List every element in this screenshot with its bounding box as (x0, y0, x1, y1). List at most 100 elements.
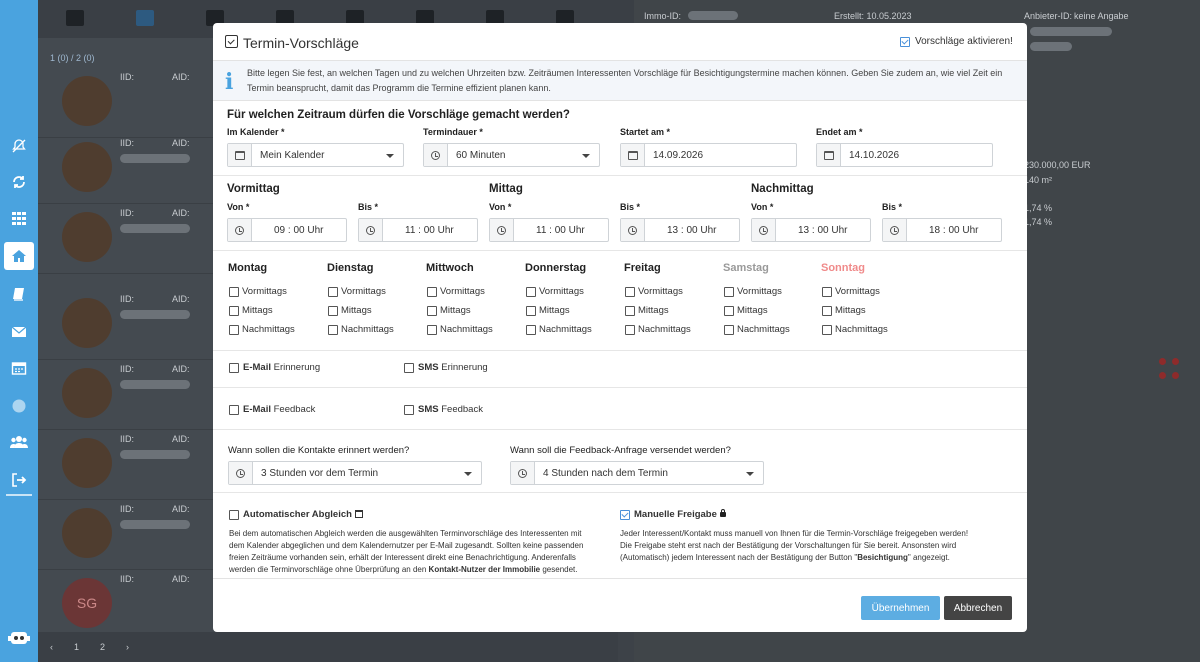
day-option-checkbox[interactable] (427, 325, 437, 335)
day-option-checkbox[interactable] (822, 325, 832, 335)
pagination-page[interactable]: 1 (74, 642, 79, 652)
sync-icon[interactable] (4, 168, 34, 196)
sms-reminder-checkbox[interactable] (404, 363, 414, 373)
redacted-bar (120, 450, 190, 459)
users-icon[interactable] (4, 428, 34, 456)
slot-from-label: Von * (227, 202, 250, 212)
slot-title-mittag: Mittag (489, 183, 523, 195)
user-icon[interactable] (136, 10, 154, 26)
start-label: Startet am * (620, 127, 671, 137)
robot-icon[interactable] (4, 624, 34, 652)
email-feedback-checkbox[interactable] (229, 405, 239, 415)
mittag-from-input[interactable]: 11 : 00 Uhr (489, 218, 609, 242)
clock-icon (621, 219, 645, 241)
pagination: ‹ 1 2 › (38, 632, 618, 662)
day-option-checkbox[interactable] (328, 306, 338, 316)
redacted-bar (688, 11, 738, 20)
day-option-checkbox[interactable] (822, 306, 832, 316)
list-item-label: AID: (172, 208, 190, 218)
auto-sync-checkbox[interactable] (229, 510, 239, 520)
apply-button[interactable]: Übernehmen (861, 596, 940, 620)
end-date-input[interactable]: 14.10.2026 (816, 143, 993, 167)
globe-icon[interactable] (4, 392, 34, 420)
manual-release-label: Manuelle Freigabe (634, 509, 726, 520)
cancel-button[interactable]: Abbrechen (944, 596, 1012, 620)
day-option-checkbox[interactable] (822, 287, 832, 297)
day-option-label: Vormittags (539, 286, 584, 297)
calendar-icon[interactable] (4, 354, 34, 382)
redacted-bar (120, 310, 190, 319)
list-item-label: IID: (120, 574, 135, 584)
day-option-checkbox[interactable] (724, 325, 734, 335)
time-value: 13 : 00 Uhr (667, 225, 717, 236)
day-option-label: Mittags (638, 305, 669, 316)
nachmittag-from-input[interactable]: 13 : 00 Uhr (751, 218, 871, 242)
avatar: SG (62, 578, 112, 628)
day-option-label: Mittags (835, 305, 866, 316)
thumbnail (62, 212, 112, 262)
day-option-label: Vormittags (440, 286, 485, 297)
provider-label: Anbieter-ID: (1024, 11, 1073, 21)
list-item-label: AID: (172, 434, 190, 444)
day-option-label: Nachmittags (737, 324, 790, 335)
grid-icon[interactable] (66, 10, 84, 26)
duration-select[interactable]: 60 Minuten (423, 143, 600, 167)
day-option-checkbox[interactable] (724, 287, 734, 297)
vormittag-to-input[interactable]: 11 : 00 Uhr (358, 218, 478, 242)
day-option-checkbox[interactable] (526, 287, 536, 297)
feedback-select[interactable]: 4 Stunden nach dem Termin (510, 461, 764, 485)
grid-icon[interactable] (4, 204, 34, 232)
mail-icon[interactable] (4, 318, 34, 346)
duration-label: Termindauer * (423, 127, 483, 137)
auto-sync-label: Automatischer Abgleich (243, 509, 363, 520)
book-icon[interactable] (4, 280, 34, 308)
list-item-label: IID: (120, 294, 135, 304)
day-option-checkbox[interactable] (625, 325, 635, 335)
day-option-checkbox[interactable] (625, 287, 635, 297)
day-donnerstag: Donnerstag (525, 262, 587, 274)
day-option-checkbox[interactable] (526, 306, 536, 316)
thumbnail (62, 298, 112, 348)
logout-icon[interactable] (4, 466, 34, 494)
activate-checkbox[interactable] (900, 37, 910, 47)
day-option-checkbox[interactable] (229, 287, 239, 297)
clock-icon (359, 219, 383, 241)
email-reminder-checkbox[interactable] (229, 363, 239, 373)
day-freitag: Freitag (624, 262, 661, 274)
email-reminder-label: E-Mail Erinnerung (243, 362, 321, 373)
price-value: 230.000,00 EUR (1024, 160, 1091, 170)
mittag-to-input[interactable]: 13 : 00 Uhr (620, 218, 740, 242)
list-item-label: IID: (120, 72, 135, 82)
home-icon[interactable] (4, 242, 34, 270)
day-option-label: Nachmittags (638, 324, 691, 335)
day-option-checkbox[interactable] (427, 306, 437, 316)
pagination-page[interactable]: 2 (100, 642, 105, 652)
day-option-label: Nachmittags (242, 324, 295, 335)
vormittag-from-input[interactable]: 09 : 00 Uhr (227, 218, 347, 242)
clock-icon (752, 219, 776, 241)
area-value: 140 m² (1024, 175, 1053, 185)
day-option-checkbox[interactable] (229, 325, 239, 335)
remind-select[interactable]: 3 Stunden vor dem Termin (228, 461, 482, 485)
day-option-checkbox[interactable] (328, 325, 338, 335)
day-option-checkbox[interactable] (724, 306, 734, 316)
manual-release-checkbox[interactable] (620, 510, 630, 520)
sms-feedback-checkbox[interactable] (404, 405, 414, 415)
clock-icon (229, 462, 253, 484)
bell-off-icon[interactable] (4, 132, 34, 160)
day-option-checkbox[interactable] (427, 287, 437, 297)
day-option-checkbox[interactable] (625, 306, 635, 316)
day-option-checkbox[interactable] (526, 325, 536, 335)
calendar-select[interactable]: Mein Kalender (227, 143, 404, 167)
day-option-checkbox[interactable] (229, 306, 239, 316)
dialog-header: Termin-Vorschläge Vorschläge aktivieren! (213, 23, 1027, 61)
list-item-label: AID: (172, 574, 190, 584)
day-option-checkbox[interactable] (328, 287, 338, 297)
start-date-input[interactable]: 14.09.2026 (620, 143, 797, 167)
slot-title-nachmittag: Nachmittag (751, 183, 814, 195)
pagination-next[interactable]: › (126, 642, 129, 652)
day-option-label: Vormittags (737, 286, 782, 297)
pagination-prev[interactable]: ‹ (50, 642, 53, 652)
nachmittag-to-input[interactable]: 18 : 00 Uhr (882, 218, 1002, 242)
status-dot (1159, 358, 1166, 365)
